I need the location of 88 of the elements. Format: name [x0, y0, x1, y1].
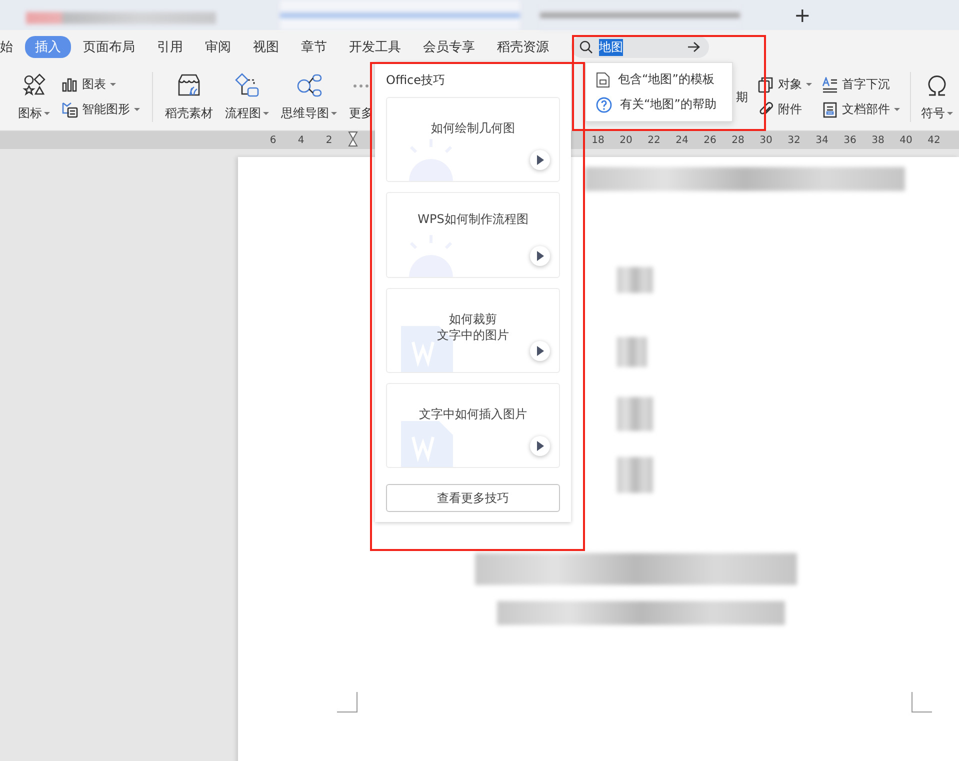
ruler-number: 40: [898, 134, 914, 146]
toolbar-button[interactable]: 思维导图: [281, 72, 337, 122]
ruler-number: 6: [268, 134, 278, 146]
caret-icon: [110, 83, 116, 86]
menu-tab[interactable]: 引用: [147, 36, 193, 58]
caret-icon: [947, 112, 953, 114]
tip-title: 文字中如何插入图片: [419, 406, 527, 422]
ruler-number: 28: [730, 134, 746, 146]
caret-icon: [134, 108, 140, 111]
document-icon: [596, 72, 610, 88]
blurred-text-block: [617, 457, 653, 493]
toolbar-button[interactable]: 对象: [758, 76, 812, 93]
ruler-number: 26: [702, 134, 718, 146]
caret-icon: [331, 112, 337, 114]
menu-tab[interactable]: 开发工具: [339, 36, 411, 58]
tip-title: 文字中的图片: [437, 326, 509, 343]
toolbar-button[interactable]: 文档部件: [822, 101, 900, 118]
tip-card[interactable]: 文字中如何插入图片: [386, 382, 560, 468]
caret-icon: [44, 112, 50, 114]
play-icon: [535, 344, 545, 357]
ruler-number: 24: [674, 134, 690, 146]
menu-tab[interactable]: 始: [0, 36, 23, 58]
more-icon: [353, 84, 369, 88]
tip-card[interactable]: WPS如何制作流程图: [386, 192, 560, 278]
search-field[interactable]: 地图: [571, 36, 709, 58]
toolbar-button[interactable]: 图标: [18, 72, 50, 122]
toolbar-button[interactable]: 智能图形: [62, 101, 140, 118]
tip-title: 如何绘制几何图: [431, 120, 515, 136]
suggestion-item[interactable]: 有关“地图”的帮助: [586, 92, 732, 117]
search-icon: [579, 40, 593, 54]
drop-cap-icon: [822, 76, 838, 92]
toolbar-button[interactable]: 期: [736, 88, 748, 106]
ruler-number: 34: [814, 134, 830, 146]
play-icon: [535, 440, 545, 452]
ruler-number: 36: [842, 134, 858, 146]
ruler-number: 18: [590, 134, 606, 146]
play-button[interactable]: [530, 436, 550, 456]
ruler-number: 42: [926, 134, 942, 146]
more-tips-button[interactable]: 查看更多技巧: [386, 484, 560, 512]
ruler-number: 20: [618, 134, 634, 146]
play-icon: [535, 154, 545, 166]
ruler-number: 32: [786, 134, 802, 146]
caret-icon: [894, 108, 900, 111]
panel-title: Office技巧: [386, 72, 446, 89]
suggestion-item[interactable]: 包含“地图”的模板: [586, 67, 732, 92]
tip-card[interactable]: 如何绘制几何图: [386, 97, 560, 182]
caret-icon: [263, 112, 269, 114]
menu-tab[interactable]: 稻壳资源: [487, 36, 559, 58]
tip-card[interactable]: 如何裁剪 文字中的图片: [386, 288, 560, 373]
ruler-number: 22: [646, 134, 662, 146]
ruler-number: 38: [870, 134, 886, 146]
help-icon: [596, 96, 612, 112]
margin-corner-icon: [911, 691, 933, 713]
blurred-text-block: [617, 397, 653, 431]
ruler-number: 2: [324, 134, 334, 146]
document-parts-icon: [822, 102, 838, 118]
shapes-icon: [21, 72, 47, 98]
new-tab-button[interactable]: +: [790, 4, 815, 26]
tip-title: WPS如何制作流程图: [418, 211, 528, 228]
storefront-icon: [176, 72, 202, 98]
margin-corner-icon: [336, 691, 358, 713]
menu-tab[interactable]: 审阅: [195, 36, 241, 58]
play-icon: [535, 250, 545, 262]
menu-tab[interactable]: 会员专享: [413, 36, 485, 58]
tip-title: 如何裁剪: [449, 310, 497, 327]
toolbar-button[interactable]: 附件: [758, 101, 812, 118]
blurred-text-block: [617, 267, 653, 293]
play-button[interactable]: [530, 340, 550, 361]
menu-tab[interactable]: 视图: [243, 36, 289, 58]
menu-tab[interactable]: 章节: [291, 36, 337, 58]
caret-icon: [806, 83, 812, 86]
toolbar-button[interactable]: 首字下沉: [822, 76, 900, 93]
play-button[interactable]: [530, 150, 550, 170]
bar-chart-icon: [62, 76, 78, 92]
play-button[interactable]: [530, 246, 550, 266]
arrow-right-icon: [687, 41, 701, 53]
toolbar-button[interactable]: 流程图: [225, 72, 269, 122]
mind-map-icon: [296, 72, 322, 98]
toolbar-button[interactable]: 稻壳素材: [165, 72, 213, 122]
menu-tab[interactable]: 页面布局: [73, 36, 145, 58]
toolbar-button[interactable]: 符号: [921, 72, 953, 122]
smart-graphic-icon: [62, 102, 78, 118]
ruler-number: 30: [758, 134, 774, 146]
blurred-text-block: [617, 337, 647, 367]
ruler-number: 4: [296, 134, 306, 146]
flowchart-icon: [234, 72, 260, 98]
toolbar-button[interactable]: 图表: [62, 76, 140, 93]
object-icon: [758, 76, 774, 92]
